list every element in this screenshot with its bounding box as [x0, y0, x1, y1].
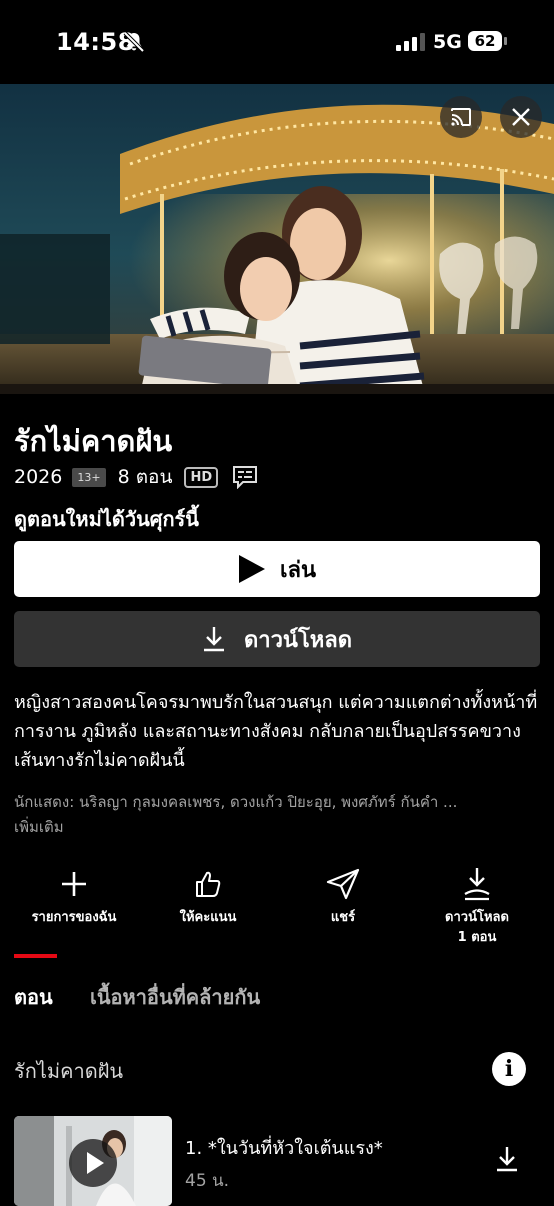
cast-button[interactable]: [440, 96, 482, 138]
download-episode-label: ดาวน์โหลด 1 ตอน: [417, 908, 537, 948]
episode-duration: 45 น.: [185, 1171, 230, 1191]
cast-list: นักแสดง: นริลญา กุลมงคลเพชร, ดวงแก้ว ปิย…: [14, 793, 458, 811]
tab-episodes[interactable]: ตอน: [14, 981, 53, 1013]
subtitles-icon: [233, 466, 258, 489]
download-stack-icon: [464, 868, 490, 901]
play-button[interactable]: เล่น: [14, 541, 540, 597]
download-episode-button[interactable]: ดาวน์โหลด 1 ตอน: [417, 862, 537, 948]
download-episode-line2: 1 ตอน: [457, 930, 497, 945]
play-icon: [238, 555, 265, 583]
play-label: เล่น: [279, 557, 317, 583]
bell-slash-icon: [123, 31, 145, 53]
show-meta: 2026 13+ 8 ตอน HD: [14, 462, 258, 492]
episode-count: 8 ตอน: [117, 466, 173, 488]
tab-similar[interactable]: เนื้อหาอื่นที่คล้ายกัน: [90, 981, 260, 1013]
age-rating-badge: 13+: [72, 467, 106, 487]
share-label: แชร์: [330, 910, 356, 925]
download-button[interactable]: ดาวน์โหลด: [14, 611, 540, 667]
episode-title: 1. *ในวันที่หัวใจเต้นแรง*: [185, 1138, 383, 1159]
share-button[interactable]: แชร์: [283, 862, 403, 928]
signal-icon: [396, 33, 425, 51]
thumbs-up-icon: [196, 871, 221, 897]
cast-icon: [451, 108, 471, 126]
episode-row[interactable]: 1. *ในวันที่หัวใจเต้นแรง* 45 น.: [14, 1116, 540, 1206]
episode-download-icon[interactable]: [496, 1146, 518, 1172]
download-label: ดาวน์โหลด: [243, 627, 353, 653]
new-episode-notice: ดูตอนใหม่ได้วันศุกร์นี้: [14, 507, 199, 531]
battery-level: 62: [474, 32, 496, 50]
info-icon[interactable]: i: [492, 1052, 526, 1086]
release-year: 2026: [14, 466, 63, 488]
close-button[interactable]: [500, 96, 542, 138]
show-title: รักไม่คาดฝัน: [14, 424, 173, 458]
download-episode-line1: ดาวน์โหลด: [445, 910, 509, 925]
episode-thumbnail[interactable]: [14, 1116, 172, 1206]
active-tab-indicator: [14, 954, 57, 958]
rate-label: ให้คะแนน: [179, 910, 237, 925]
my-list-label: รายการของฉัน: [31, 910, 117, 925]
close-icon: [512, 108, 530, 126]
rate-button[interactable]: ให้คะแนน: [148, 862, 268, 928]
plus-icon: [62, 872, 86, 896]
more-link[interactable]: เพิ่มเติม: [14, 815, 64, 839]
hd-badge: HD: [184, 466, 219, 488]
my-list-button[interactable]: รายการของฉัน: [14, 862, 134, 928]
network-type: 5G: [433, 31, 462, 53]
status-bar: 14:58 5G 62: [0, 0, 554, 82]
battery-icon: 62: [468, 30, 508, 52]
download-icon: [203, 627, 224, 652]
share-icon: [326, 868, 360, 900]
season-title: รักไม่คาดฝัน: [14, 1059, 124, 1083]
synopsis: หญิงสาวสองคนโคจรมาพบรักในสวนสนุก แต่ความ…: [14, 692, 538, 771]
